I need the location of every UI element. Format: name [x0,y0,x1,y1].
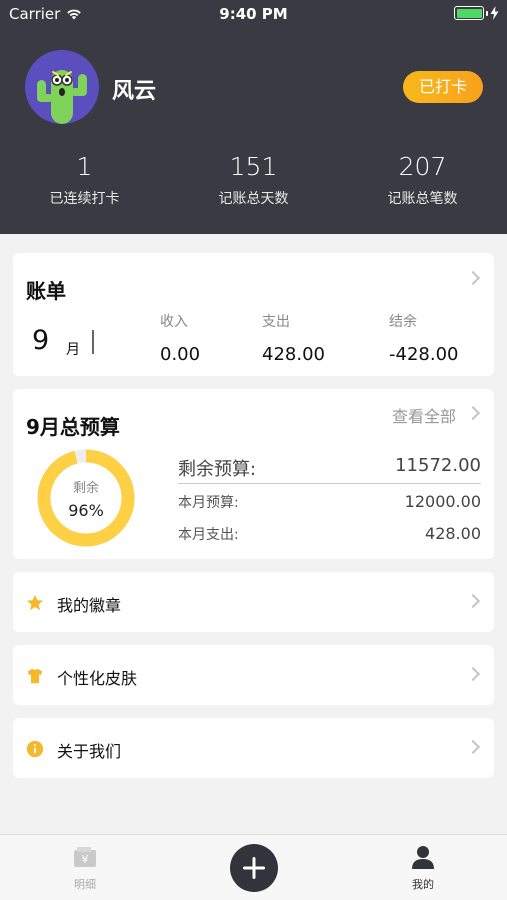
status-time: 9:40 PM [219,5,288,23]
expense-value: 428.00 [262,344,325,365]
tab-details-label: 明细 [74,878,96,891]
bill-card[interactable]: 账单 9 月 收入 0.00 支出 428.00 结余 -428.00 [13,253,494,376]
month-budget-label: 本月预算: [178,495,239,511]
donut-center: 剩余 96% [37,449,135,547]
bill-balance: 结余 -428.00 [389,311,458,365]
add-record-button[interactable] [230,844,278,892]
month-expense-value: 428.00 [425,524,481,543]
stat-streak: 1 已连续打卡 [0,152,169,208]
month-budget-row: 本月预算: 12000.00 [178,492,481,512]
month-budget-value: 12000.00 [404,492,481,511]
avatar[interactable] [25,50,99,124]
tab-bar: ¥ 明细 我的 [0,834,507,900]
star-icon [26,594,44,611]
plus-icon [243,857,265,879]
profile-header: Carrier 9:40 PM 风云 已打卡 1 已连续打卡 151 记账总天数… [0,0,507,234]
chevron-right-icon [465,739,481,755]
username: 风云 [112,79,157,104]
month-expense-row: 本月支出: 428.00 [178,524,481,544]
remaining-budget-row: 剩余预算: 11572.00 [178,455,481,481]
stat-total-records: 207 记账总笔数 [338,152,507,208]
balance-label: 结余 [389,314,417,330]
tab-mine-label: 我的 [412,878,434,891]
stat-value: 207 [398,152,447,181]
divider [92,330,94,354]
month-expense-label: 本月支出: [178,527,239,543]
bill-month-unit: 月 [66,342,80,358]
stat-total-days: 151 记账总天数 [169,152,338,208]
tab-mine[interactable]: 我的 [393,845,453,892]
stat-value: 151 [229,152,278,181]
stat-value: 1 [76,152,93,181]
income-value: 0.00 [160,344,201,365]
menu-item-badges[interactable]: 我的徽章 [13,572,494,632]
tshirt-icon [27,668,43,684]
chevron-right-icon [465,270,481,286]
charging-bolt-icon [490,6,499,20]
donut-label: 剩余 [72,481,99,496]
info-icon [26,740,44,758]
menu-item-label: 个性化皮肤 [57,669,138,688]
cactus-avatar-icon [37,70,87,124]
menu-item-skins[interactable]: 个性化皮肤 [13,645,494,705]
budget-card[interactable]: 9月总预算 查看全部 剩余 96% 剩余预算: 11572.00 本月预算: 1… [13,389,494,559]
menu-item-about[interactable]: 关于我们 [13,718,494,778]
remaining-budget-value: 11572.00 [395,455,481,476]
balance-value: -428.00 [389,344,459,365]
menu-item-label: 关于我们 [57,742,122,761]
tab-details[interactable]: ¥ 明细 [55,845,115,892]
stat-label: 记账总天数 [218,191,289,207]
view-all-link[interactable]: 查看全部 [392,403,456,427]
bill-month: 9 [32,325,50,356]
checkin-button[interactable]: 已打卡 [403,71,483,103]
bill-expense: 支出 428.00 [262,311,325,365]
divider [178,483,481,484]
chevron-right-icon [465,666,481,682]
remaining-budget-label: 剩余预算: [178,459,257,480]
budget-title: 9月总预算 [26,415,120,439]
wallet-icon: ¥ [74,847,96,867]
chevron-right-icon [465,405,481,421]
bill-income: 收入 0.00 [160,311,200,365]
stats-row: 1 已连续打卡 151 记账总天数 207 记账总笔数 [0,152,507,208]
person-icon [412,846,434,869]
expense-label: 支出 [262,314,290,330]
menu-item-label: 我的徽章 [57,596,122,615]
income-label: 收入 [160,314,188,330]
donut-percent: 96% [68,501,104,520]
stat-label: 已连续打卡 [49,191,120,207]
stat-label: 记账总笔数 [387,191,458,207]
battery-fill [456,8,482,18]
svg-text:¥: ¥ [82,853,89,866]
status-bar: Carrier 9:40 PM [0,0,507,28]
bill-title: 账单 [26,279,66,303]
battery-indicator [454,6,499,20]
chevron-right-icon [465,593,481,609]
